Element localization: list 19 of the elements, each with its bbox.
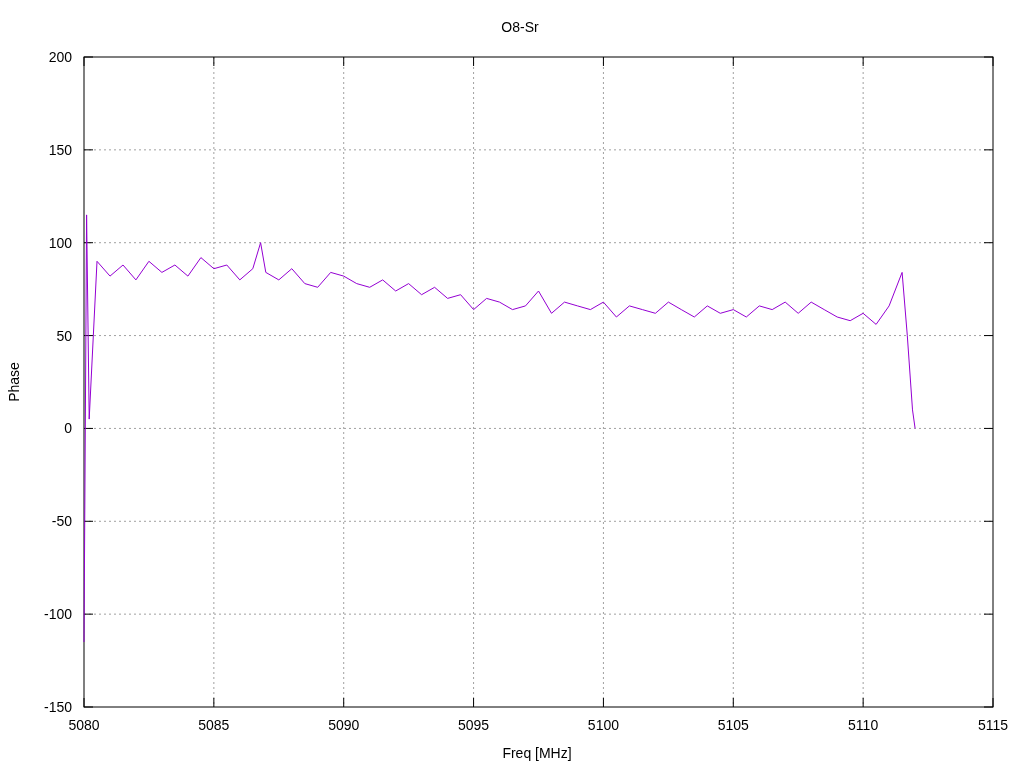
x-tick-label: 5085 [198,717,230,733]
chart-title: O8-Sr [501,19,539,35]
x-tick-label: 5115 [977,717,1009,733]
x-tick-label: 5080 [68,717,100,733]
y-tick-label: 0 [64,420,72,437]
x-tick-label: 5100 [587,717,619,733]
x-tick-label: 5095 [458,717,490,733]
y-tick-label: 100 [48,234,72,251]
y-tick-label: -150 [43,699,72,715]
x-tick-label: 5090 [328,717,360,733]
y-tick-label: 200 [48,49,72,65]
x-axis-label: Freq [MHz] [502,745,572,761]
x-tick-label: 5105 [717,717,749,733]
x-tick-label: 5110 [848,717,879,733]
y-axis-label: Phase [6,362,22,402]
y-tick-label: 50 [56,327,72,344]
y-tick-label: 150 [48,141,72,158]
y-tick-label: -50 [51,513,72,530]
y-tick-label: -100 [43,606,72,623]
